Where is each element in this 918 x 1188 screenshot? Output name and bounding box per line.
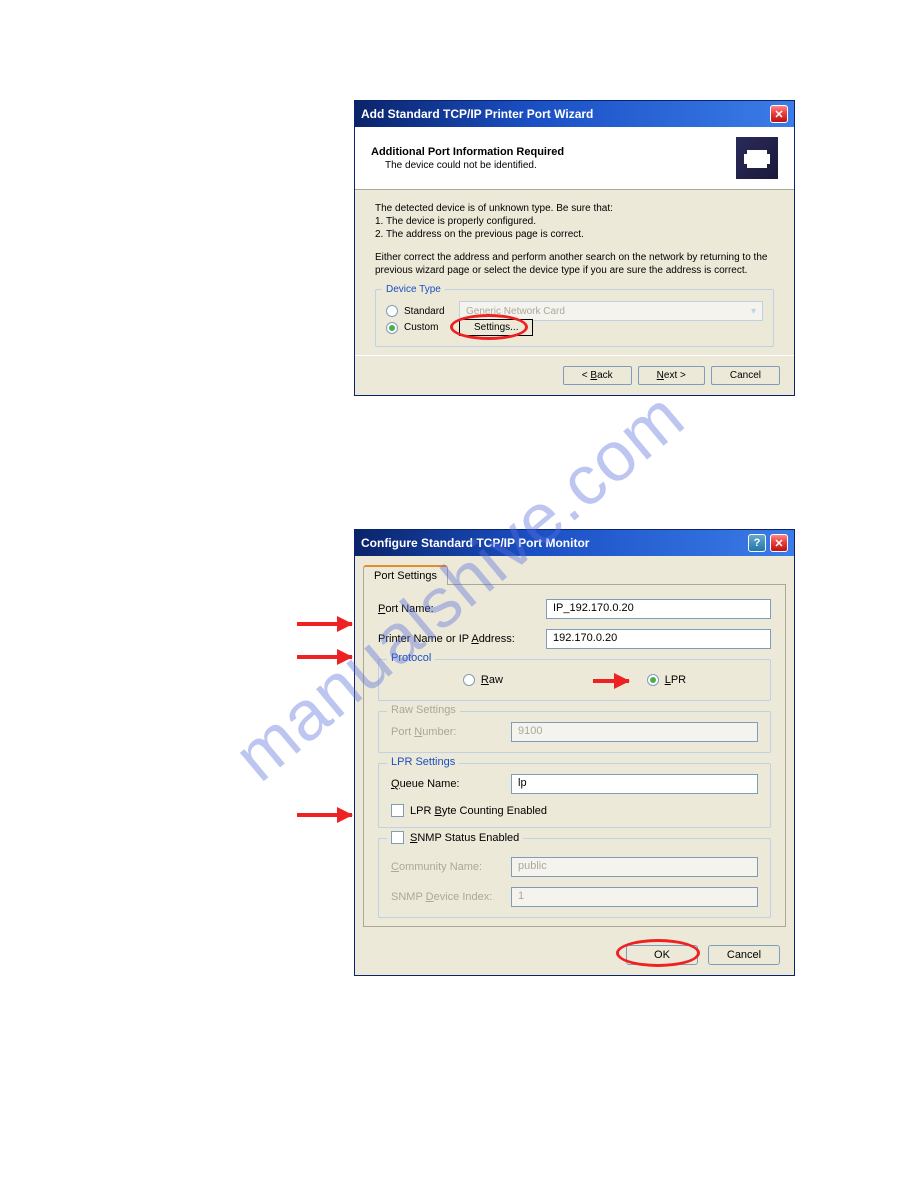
protocol-group: Protocol Raw LPR [378,659,771,701]
cancel-button[interactable]: Cancel [708,945,780,965]
dialog-title: Add Standard TCP/IP Printer Port Wizard [361,107,593,121]
custom-radio-label: Custom [404,322,459,333]
raw-radio[interactable] [463,674,475,686]
titlebar: Configure Standard TCP/IP Port Monitor ?… [355,530,794,556]
header-title: Additional Port Information Required [371,146,736,158]
raw-settings-group: Raw Settings Port Number: 9100 [378,711,771,753]
arrow-annotation [297,622,352,626]
device-dropdown: Generic Network Card ▾ [459,301,763,321]
lpr-byte-counting-checkbox[interactable] [391,804,404,817]
wizard-body: The detected device is of unknown type. … [355,190,794,355]
lpr-radio[interactable] [647,674,659,686]
queue-name-label: Queue Name: [391,778,511,790]
port-number-label: Port Number: [391,726,511,738]
snmp-status-label: SNMP Status Enabled [410,832,519,844]
snmp-index-input: 1 [511,887,758,907]
printer-name-label: Printer Name or IP Address: [378,633,546,645]
close-icon[interactable]: ✕ [770,534,788,552]
settings-button[interactable]: Settings... [459,319,533,336]
lpr-legend: LPR Settings [387,756,459,768]
ok-button[interactable]: OK [626,945,698,965]
printer-name-input[interactable]: 192.170.0.20 [546,629,771,649]
lpr-settings-group: LPR Settings Queue Name: lp LPR Byte Cou… [378,763,771,828]
printer-icon [736,137,778,179]
arrow-annotation [593,679,629,683]
cancel-button[interactable]: Cancel [711,366,780,385]
next-button[interactable]: Next > [638,366,705,385]
body-text: 2. The address on the previous page is c… [375,229,584,240]
community-name-label: Community Name: [391,861,511,873]
port-name-input[interactable]: IP_192.170.0.20 [546,599,771,619]
snmp-status-checkbox[interactable] [391,831,404,844]
help-icon[interactable]: ? [748,534,766,552]
back-button[interactable]: < Back [563,366,632,385]
header-subtitle: The device could not be identified. [385,160,736,171]
tab-content: Port Name: IP_192.170.0.20 Printer Name … [363,584,786,927]
standard-radio-label: Standard [404,306,459,317]
add-port-wizard-dialog: Add Standard TCP/IP Printer Port Wizard … [354,100,795,396]
protocol-legend: Protocol [387,652,435,664]
body-text: Either correct the address and perform a… [375,251,774,277]
raw-legend: Raw Settings [387,704,460,716]
port-name-label: Port Name: [378,603,546,615]
dialog-title: Configure Standard TCP/IP Port Monitor [361,536,589,550]
close-icon[interactable]: ✕ [770,105,788,123]
device-type-group: Device Type Standard Generic Network Car… [375,289,774,347]
custom-radio[interactable] [386,322,398,334]
titlebar: Add Standard TCP/IP Printer Port Wizard … [355,101,794,127]
snmp-index-label: SNMP Device Index: [391,891,511,903]
standard-radio[interactable] [386,305,398,317]
configure-port-dialog: Configure Standard TCP/IP Port Monitor ?… [354,529,795,976]
body-text: 1. The device is properly configured. [375,216,536,227]
lpr-radio-label: LPR [665,674,686,686]
dropdown-value: Generic Network Card [466,306,565,317]
device-type-legend: Device Type [382,284,445,295]
lpr-byte-counting-label: LPR Byte Counting Enabled [410,805,547,817]
raw-radio-label: Raw [481,674,503,686]
chevron-down-icon: ▾ [751,306,756,317]
arrow-annotation [297,655,352,659]
port-number-input: 9100 [511,722,758,742]
wizard-header: Additional Port Information Required The… [355,127,794,190]
queue-name-input[interactable]: lp [511,774,758,794]
snmp-group: SNMP Status Enabled Community Name: publ… [378,838,771,918]
body-text: The detected device is of unknown type. … [375,203,613,214]
dialog-buttons: OK Cancel [355,935,794,975]
tab-port-settings[interactable]: Port Settings [363,565,448,585]
community-name-input: public [511,857,758,877]
arrow-annotation [297,813,352,817]
wizard-buttons: < Back Next > Cancel [355,355,794,395]
